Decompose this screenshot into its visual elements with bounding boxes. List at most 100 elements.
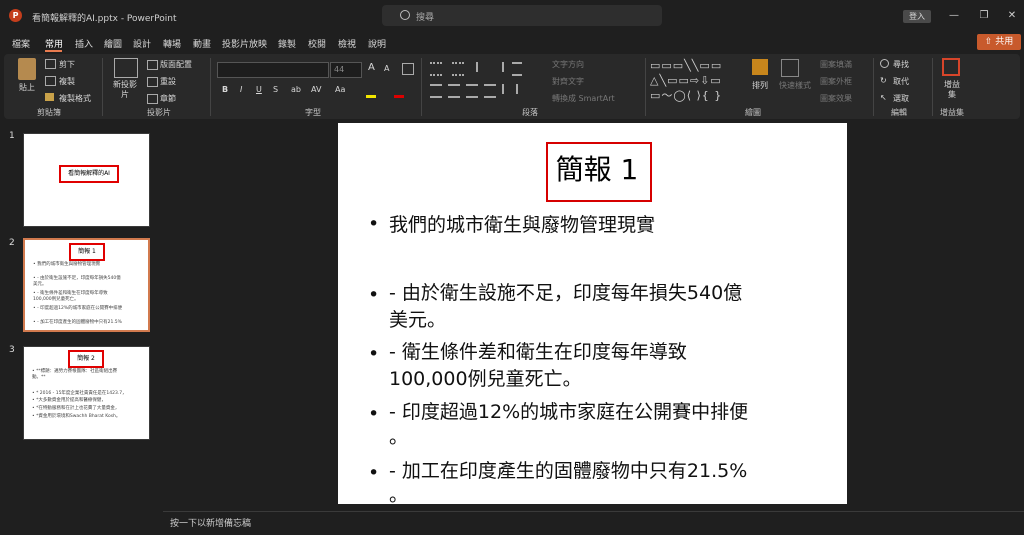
- tab-home[interactable]: 常用: [45, 37, 63, 50]
- thumbnail-text-line: • *大多數資金用於提高和醫療保健，: [32, 398, 106, 403]
- font-color-icon[interactable]: [394, 85, 404, 98]
- bullet-text[interactable]: - 由於衛生設施不足，印度每年損失540億: [389, 279, 742, 308]
- slide-thumbnail-3[interactable]: 簡報 2 • **標題：邁勞力賽根團隊：社區衛組出賽 動。** • * 2016…: [23, 346, 150, 440]
- shadow-button[interactable]: ab: [291, 85, 301, 94]
- tab-design[interactable]: 設計: [133, 37, 151, 50]
- line-spacing-icon[interactable]: [512, 62, 522, 76]
- new-slide-icon[interactable]: [114, 58, 138, 78]
- clear-format-icon[interactable]: [402, 63, 414, 75]
- thumbnail-text-line: • 我們的城市衛生與廢物管理現實: [33, 262, 101, 267]
- highlight-icon[interactable]: [366, 85, 376, 98]
- sign-in-button[interactable]: 登入: [903, 10, 931, 23]
- ribbon-divider: [210, 58, 211, 116]
- thumbnail-text-line: 動。**: [32, 375, 46, 380]
- replace-button[interactable]: 取代: [893, 76, 909, 87]
- shape-effects-button[interactable]: 圖案效果: [820, 93, 852, 104]
- decrease-indent-icon[interactable]: [476, 62, 488, 72]
- format-painter-icon[interactable]: [45, 93, 54, 101]
- replace-icon[interactable]: ↻: [880, 76, 887, 85]
- tab-insert[interactable]: 插入: [75, 37, 93, 50]
- increase-indent-icon[interactable]: [492, 62, 504, 72]
- slide-thumbnail-1[interactable]: 看簡報解釋的AI: [23, 133, 150, 227]
- font-name-dropdown[interactable]: [217, 62, 329, 78]
- reset-icon[interactable]: [147, 77, 158, 87]
- section-icon[interactable]: [147, 94, 158, 104]
- format-painter-button[interactable]: 複製格式: [59, 93, 91, 104]
- smartart-button[interactable]: 轉換成 SmartArt: [552, 93, 615, 104]
- tab-help[interactable]: 說明: [368, 37, 386, 50]
- section-button[interactable]: 章節: [160, 93, 176, 104]
- change-case-button[interactable]: Aa: [335, 85, 345, 94]
- drawing-group-label: 繪圖: [745, 108, 761, 117]
- slide-thumbnail-2[interactable]: 簡報 1 • 我們的城市衛生與廢物管理現實 • - 由於衛生設施不足，印度每年損…: [23, 238, 150, 332]
- paste-button[interactable]: 貼上: [19, 82, 35, 93]
- shapes-gallery[interactable]: ▭▭▭╲╲▭▭ △╲▭▭⇨⇩▭ ▭〜◯⟨ ⟩{ }: [650, 58, 740, 104]
- align-text-button[interactable]: 對齊文字: [552, 76, 584, 87]
- share-button[interactable]: ⇧ 共用: [977, 34, 1021, 50]
- new-slide-button[interactable]: 新投影片: [110, 80, 140, 100]
- slide-title: 簡報 1: [555, 153, 639, 186]
- select-button[interactable]: 選取: [893, 93, 909, 104]
- bullet-text[interactable]: 100,000例兒童死亡。: [389, 365, 582, 394]
- bullets-icon[interactable]: [430, 62, 442, 76]
- tab-file[interactable]: 檔案: [12, 37, 30, 50]
- layout-button[interactable]: 版面配置: [160, 59, 192, 70]
- char-spacing-button[interactable]: AV: [311, 85, 321, 94]
- quick-styles-icon[interactable]: [781, 59, 799, 77]
- find-button[interactable]: 尋找: [893, 59, 909, 70]
- italic-button[interactable]: I: [240, 85, 242, 94]
- thumbnail-title: 簡報 1: [69, 243, 105, 261]
- numbering-icon[interactable]: [452, 62, 464, 76]
- align-center-icon[interactable]: [448, 84, 460, 98]
- cut-icon[interactable]: [45, 59, 56, 69]
- underline-button[interactable]: U: [256, 85, 262, 94]
- bullet-text[interactable]: 。: [389, 423, 408, 452]
- tab-animations[interactable]: 動畫: [193, 37, 211, 50]
- tab-transitions[interactable]: 轉場: [163, 37, 181, 50]
- align-right-icon[interactable]: [466, 84, 478, 98]
- reset-button[interactable]: 重設: [160, 76, 176, 87]
- close-button[interactable]: ✕: [1002, 8, 1022, 24]
- strikethrough-button[interactable]: S: [273, 85, 278, 94]
- grow-font-button[interactable]: A: [368, 62, 375, 73]
- bold-button[interactable]: B: [222, 85, 228, 94]
- notes-pane[interactable]: [163, 511, 1024, 535]
- align-left-icon[interactable]: [430, 84, 442, 98]
- paste-icon[interactable]: [18, 58, 36, 80]
- bullet-text[interactable]: 。: [389, 481, 408, 510]
- bullet-text[interactable]: - 衛生條件差和衛生在印度每年導致: [389, 338, 687, 367]
- text-direction-button[interactable]: 文字方向: [552, 59, 584, 70]
- thumbnail-text-line: • * 2016 - 15年度企業社責責任是在1423.7，: [32, 391, 127, 396]
- bullet-marker: •: [368, 213, 380, 235]
- cut-button[interactable]: 剪下: [59, 59, 75, 70]
- find-icon[interactable]: [880, 59, 889, 68]
- bullet-text[interactable]: - 加工在印度產生的固體廢物中只有21.5%: [389, 457, 747, 486]
- restore-button[interactable]: ❐: [974, 8, 994, 24]
- bullet-text[interactable]: - 印度超過12%的城市家庭在公開賽中排便: [389, 398, 748, 427]
- minimize-button[interactable]: —: [944, 8, 964, 24]
- tab-review[interactable]: 校閱: [308, 37, 326, 50]
- select-icon[interactable]: ↖: [880, 93, 887, 102]
- justify-icon[interactable]: [484, 84, 496, 98]
- shape-outline-button[interactable]: 圖案外框: [820, 76, 852, 87]
- tab-view[interactable]: 檢視: [338, 37, 356, 50]
- quick-styles-button[interactable]: 快速樣式: [779, 80, 811, 91]
- shrink-font-button[interactable]: A: [384, 64, 389, 73]
- addins-icon[interactable]: [942, 58, 960, 76]
- tab-record[interactable]: 錄製: [278, 37, 296, 50]
- bullet-text[interactable]: 美元。: [389, 306, 446, 335]
- copy-icon[interactable]: [45, 76, 56, 86]
- addins-button[interactable]: 增益集: [941, 80, 963, 100]
- columns-icon[interactable]: [502, 84, 518, 94]
- tab-slideshow[interactable]: 投影片放映: [222, 37, 267, 50]
- font-size-dropdown[interactable]: 44: [330, 62, 362, 78]
- bullet-text[interactable]: 我們的城市衛生與廢物管理現實: [389, 211, 655, 240]
- arrange-icon[interactable]: [752, 59, 768, 75]
- thumbnail-text-line: • - 印度超過12%的城市家庭在公開賽中排便: [33, 306, 123, 311]
- layout-icon[interactable]: [147, 60, 158, 70]
- copy-button[interactable]: 複製: [59, 76, 75, 87]
- shape-fill-button[interactable]: 圖案填滿: [820, 59, 852, 70]
- ribbon-divider: [102, 58, 103, 116]
- tab-draw[interactable]: 繪圖: [104, 37, 122, 50]
- arrange-button[interactable]: 排列: [752, 80, 768, 91]
